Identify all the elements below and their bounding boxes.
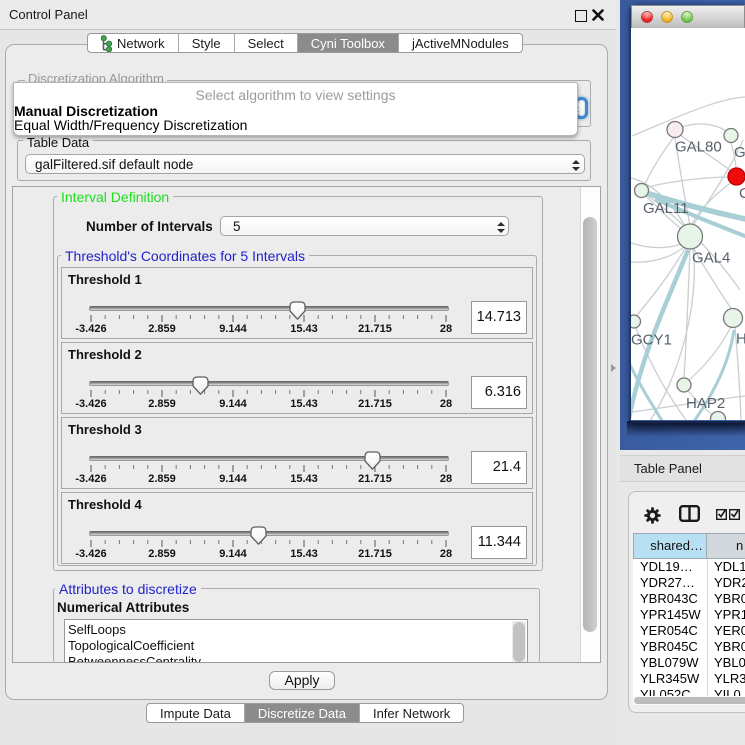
svg-text:GAL11: GAL11	[643, 200, 689, 217]
svg-text:GAL4: GAL4	[692, 250, 730, 267]
svg-text:C: C	[739, 185, 745, 202]
svg-text:GCY1: GCY1	[631, 332, 672, 349]
svg-text:HAP2: HAP2	[686, 395, 725, 412]
svg-text:H: H	[736, 331, 745, 348]
svg-text:GA: GA	[734, 144, 745, 161]
svg-text:GAL80: GAL80	[675, 139, 722, 156]
